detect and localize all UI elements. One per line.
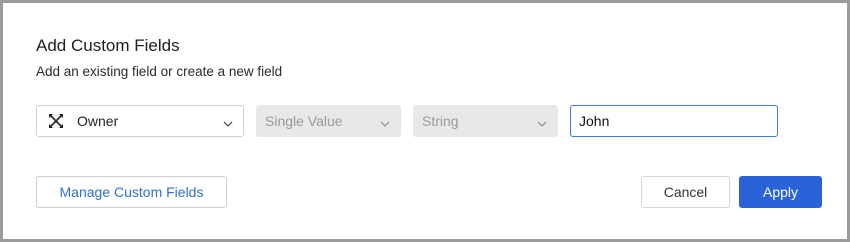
data-type-select: String: [413, 105, 558, 137]
manage-custom-fields-button[interactable]: Manage Custom Fields: [36, 176, 227, 208]
cardinality-select: Single Value: [256, 105, 401, 137]
apply-button[interactable]: Apply: [739, 176, 822, 208]
dialog-subtitle: Add an existing field or create a new fi…: [36, 64, 283, 79]
chevron-down-icon: [380, 116, 390, 127]
cardinality-value: Single Value: [265, 113, 343, 129]
data-type-value: String: [422, 113, 459, 129]
chevron-down-icon: [223, 116, 233, 127]
field-value-input[interactable]: [570, 105, 778, 137]
dialog-title: Add Custom Fields: [36, 36, 180, 55]
field-select-value: Owner: [77, 113, 119, 129]
add-custom-fields-dialog: Add Custom Fields Add an existing field …: [3, 3, 847, 239]
chevron-down-icon: [537, 116, 547, 127]
field-select-dropdown[interactable]: Owner: [36, 105, 244, 137]
owner-icon: [47, 112, 65, 130]
cancel-button[interactable]: Cancel: [641, 176, 730, 208]
